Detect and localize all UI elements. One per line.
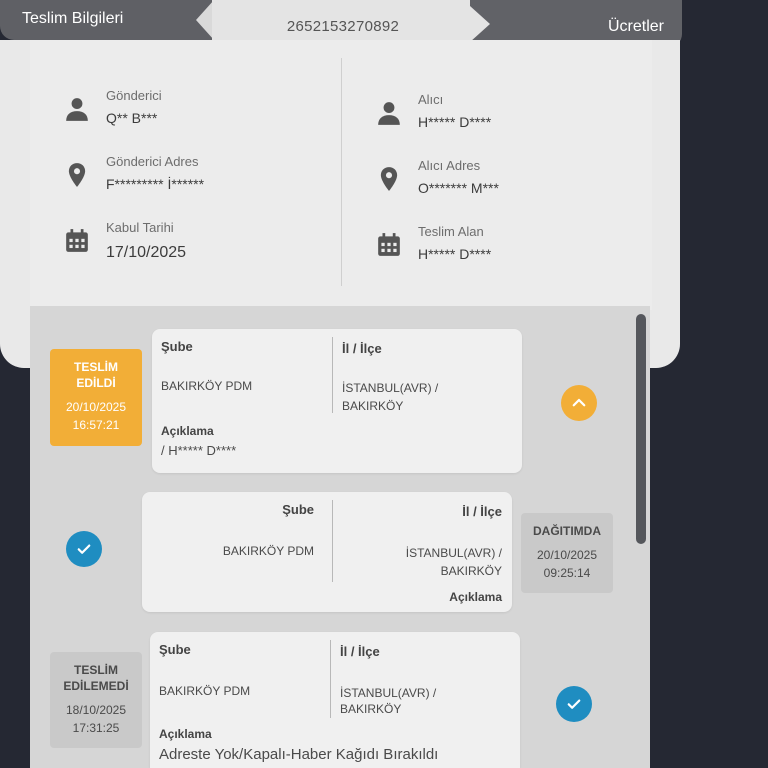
location-pin-icon — [68, 163, 86, 187]
tab-teslim-bilgileri[interactable]: Teslim Bilgileri — [0, 0, 214, 40]
sender-address-value: F********* İ****** — [106, 176, 205, 192]
city-label: İl / İlçe — [342, 341, 382, 356]
calendar-icon — [378, 233, 400, 256]
tab-label: Ücretler — [607, 18, 664, 35]
status-line1: TESLİM — [74, 663, 118, 677]
calendar-icon — [66, 229, 88, 252]
receiver-address-label: Alıcı Adres — [418, 158, 481, 173]
status-badge-delivered: TESLİM EDİLDİ 20/10/2025 16:57:21 — [50, 349, 142, 446]
sender-address-label: Gönderici Adres — [106, 154, 199, 169]
check-circle — [66, 531, 102, 567]
receiver-name-value: H***** D**** — [418, 114, 492, 130]
location-pin-icon — [380, 167, 398, 191]
status-time: 17:31:25 — [72, 721, 120, 735]
check-icon — [77, 544, 91, 554]
tracking-number-bar: 2652153270892 — [212, 0, 474, 44]
sender-name-label: Gönderici — [106, 88, 162, 103]
branch-value: BAKIRKÖY PDM — [222, 544, 314, 558]
city-label: İl / İlçe — [462, 504, 502, 519]
note-value: Adreste Yok/Kapalı-Haber Kağıdı Bırakıld… — [159, 746, 439, 763]
received-by-value: H***** D**** — [418, 246, 492, 262]
receiver-address-value: O******* M*** — [418, 180, 499, 196]
branch-label: Şube — [161, 339, 193, 354]
city-line2: BAKIRKÖY — [340, 702, 402, 716]
person-icon — [66, 98, 88, 121]
branch-label: Şube — [159, 642, 191, 657]
branch-value: BAKIRKÖY PDM — [161, 379, 253, 393]
status-badge-in-distribution: DAĞITIMDA 20/10/2025 09:25:14 — [521, 513, 613, 593]
receiver-name-label: Alıcı — [418, 92, 444, 107]
status-line2: EDİLDİ — [76, 376, 116, 390]
received-by-label: Teslim Alan — [418, 224, 484, 239]
city-line1: İSTANBUL(AVR) / — [342, 381, 439, 395]
status-time: 09:25:14 — [543, 566, 591, 580]
note-value: / H***** D**** — [161, 443, 237, 458]
sender-name-value: Q** B*** — [106, 110, 158, 126]
timeline-entry-1: Şube İl / İlçe BAKIRKÖY PDM İSTANBUL(AVR… — [152, 329, 522, 473]
entry-divider — [332, 500, 333, 582]
info-divider — [341, 58, 342, 286]
note-label: Açıklama — [159, 727, 212, 741]
tab-label: Teslim Bilgileri — [22, 10, 124, 27]
status-line: DAĞITIMDA — [533, 524, 601, 538]
status-date: 18/10/2025 — [65, 703, 127, 717]
check-icon — [567, 699, 581, 709]
note-label: Açıklama — [161, 424, 214, 438]
timeline-entry-3: Şube İl / İlçe BAKIRKÖY PDM İSTANBUL(AVR… — [150, 632, 520, 768]
city-line2: BAKIRKÖY — [440, 564, 502, 578]
status-line1: TESLİM — [74, 360, 118, 374]
status-line2: EDİLEMEDİ — [63, 679, 129, 693]
person-icon — [378, 102, 400, 125]
entry-divider — [330, 640, 331, 718]
status-time: 16:57:21 — [72, 418, 120, 432]
city-line1: İSTANBUL(AVR) / — [405, 546, 502, 560]
acceptance-date-value: 17/10/2025 — [106, 244, 187, 261]
timeline-entry-2: Şube İl / İlçe BAKIRKÖY PDM İSTANBUL(AVR… — [142, 492, 512, 612]
chevron-up-icon — [572, 398, 586, 407]
status-date: 20/10/2025 — [536, 548, 598, 562]
city-line1: İSTANBUL(AVR) / — [340, 686, 437, 700]
branch-label: Şube — [282, 502, 314, 517]
collapse-button[interactable] — [561, 385, 597, 421]
note-label: Açıklama — [449, 590, 502, 604]
branch-value: BAKIRKÖY PDM — [159, 684, 251, 698]
acceptance-date-label: Kabul Tarihi — [106, 220, 174, 235]
entry-divider — [332, 337, 333, 413]
city-line2: BAKIRKÖY — [342, 399, 404, 413]
status-date: 20/10/2025 — [65, 400, 127, 414]
status-badge-not-delivered: TESLİM EDİLEMEDİ 18/10/2025 17:31:25 — [50, 652, 142, 748]
check-circle — [556, 686, 592, 722]
timeline-scrollbar[interactable] — [636, 314, 646, 544]
city-label: İl / İlçe — [340, 644, 380, 659]
tracking-number: 2652153270892 — [286, 18, 400, 35]
